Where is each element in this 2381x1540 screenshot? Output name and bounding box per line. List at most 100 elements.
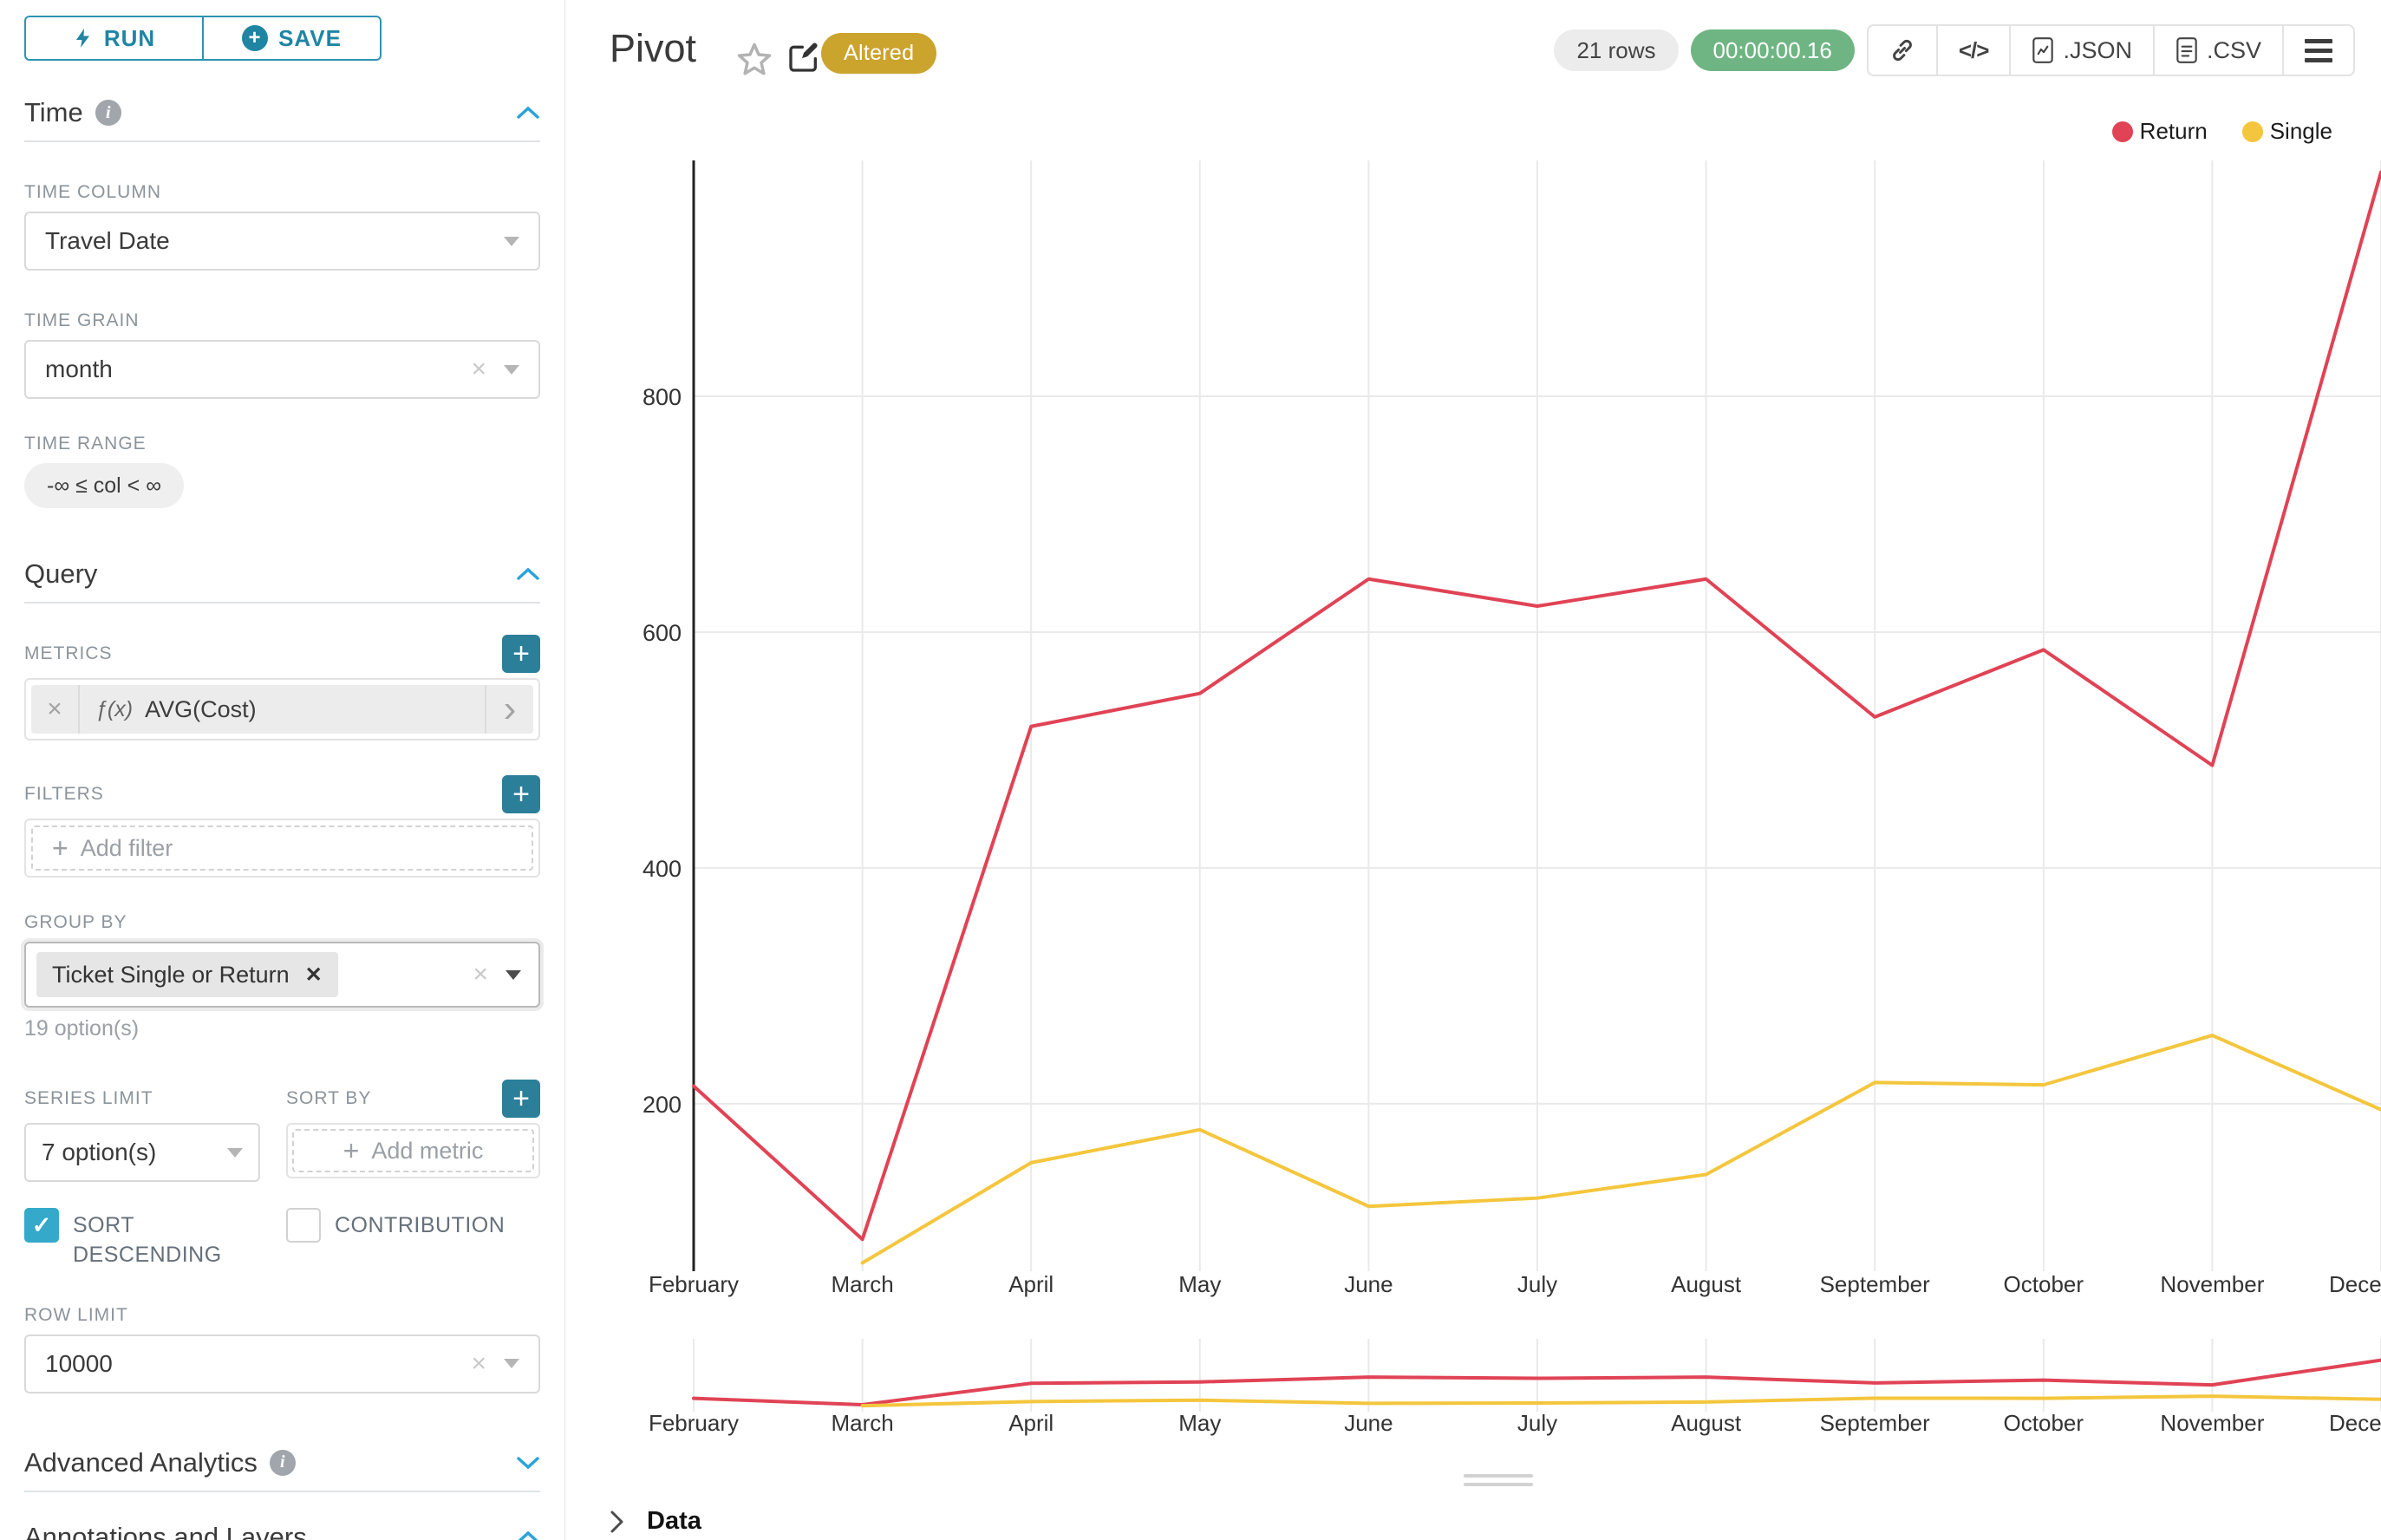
time-grain-select[interactable]: month × bbox=[24, 340, 540, 399]
section-header-query[interactable]: Query bbox=[24, 558, 540, 590]
chevron-down-icon[interactable] bbox=[504, 1359, 519, 1368]
add-sort-metric-button[interactable]: + bbox=[502, 1080, 540, 1118]
remove-metric-icon[interactable]: × bbox=[31, 685, 80, 734]
divider bbox=[24, 140, 540, 142]
row-limit-label: ROW LIMIT bbox=[24, 1305, 540, 1326]
sort-descending-label: SORT DESCENDING bbox=[73, 1208, 259, 1270]
more-options-button[interactable] bbox=[2282, 26, 2353, 75]
group-by-label: GROUP BY bbox=[24, 912, 540, 933]
data-panel-header[interactable]: Data bbox=[607, 1507, 701, 1536]
time-section-title: Time bbox=[24, 97, 83, 128]
time-grain-value: month bbox=[45, 356, 113, 383]
embed-code-button[interactable]: </> bbox=[1936, 26, 2010, 75]
sort-by-control: + Add metric bbox=[286, 1123, 540, 1178]
series-limit-select[interactable]: 7 option(s) bbox=[24, 1123, 260, 1182]
legend-item-single[interactable]: Single bbox=[2242, 118, 2332, 145]
chevron-up-icon[interactable] bbox=[516, 106, 540, 120]
plus-icon: + bbox=[343, 1137, 360, 1165]
remove-tag-icon[interactable]: ✕ bbox=[305, 962, 323, 988]
chevron-down-icon[interactable] bbox=[227, 1148, 243, 1158]
filters-label-row: FILTERS + bbox=[24, 775, 540, 813]
annotations-title: Annotations and Layers bbox=[24, 1522, 307, 1540]
time-range-label: TIME RANGE bbox=[24, 434, 540, 454]
export-csv-button[interactable]: .CSV bbox=[2153, 26, 2282, 75]
clear-icon[interactable]: × bbox=[471, 1351, 486, 1377]
checkbox-row: SORT DESCENDING CONTRIBUTION bbox=[24, 1208, 540, 1270]
legend-label-single: Single bbox=[2270, 118, 2332, 145]
add-sort-metric-dropzone[interactable]: + Add metric bbox=[292, 1129, 534, 1172]
add-filter-placeholder: Add filter bbox=[81, 835, 173, 862]
metric-content[interactable]: ƒ(x) AVG(Cost) bbox=[80, 696, 485, 723]
menu-icon bbox=[2305, 39, 2332, 62]
sort-descending-checkbox[interactable]: SORT DESCENDING bbox=[24, 1208, 286, 1270]
run-button[interactable]: RUN bbox=[26, 17, 202, 59]
export-csv-label: .CSV bbox=[2207, 37, 2261, 64]
time-column-select[interactable]: Travel Date bbox=[24, 212, 540, 271]
info-icon: i bbox=[270, 1450, 296, 1476]
time-range-pill[interactable]: -∞ ≤ col < ∞ bbox=[24, 463, 184, 508]
chevron-down-icon[interactable] bbox=[504, 237, 519, 246]
series-sort-row: SERIES LIMIT 7 option(s) SORT BY + + Add… bbox=[24, 1080, 540, 1182]
sort-by-label: SORT BY bbox=[286, 1088, 371, 1109]
json-file-icon bbox=[2032, 36, 2054, 64]
advanced-analytics-title: Advanced Analytics bbox=[24, 1447, 258, 1478]
run-save-button-group: RUN + SAVE bbox=[24, 16, 382, 61]
checkbox-unchecked-icon[interactable] bbox=[286, 1208, 321, 1243]
row-limit-select[interactable]: 10000 × bbox=[24, 1334, 540, 1393]
row-limit-value: 10000 bbox=[45, 1350, 113, 1378]
edit-title-icon[interactable] bbox=[786, 40, 821, 75]
metrics-label: METRICS bbox=[24, 643, 113, 664]
legend-item-return[interactable]: Return bbox=[2112, 118, 2208, 145]
add-filter-dropzone[interactable]: + Add filter bbox=[31, 825, 533, 871]
contribution-checkbox[interactable]: CONTRIBUTION bbox=[286, 1208, 505, 1270]
metric-item[interactable]: × ƒ(x) AVG(Cost) › bbox=[31, 685, 533, 734]
header-right-cluster: 21 rows 00:00:00.16 </> .JSON bbox=[1554, 24, 2355, 76]
legend-label-return: Return bbox=[2140, 118, 2208, 145]
clear-icon[interactable]: × bbox=[473, 962, 488, 988]
chart-legend: Return Single bbox=[2112, 118, 2332, 145]
explore-page: RUN + SAVE Time i TIME COLUMN Travel Dat… bbox=[0, 0, 2381, 1540]
chevron-up-icon[interactable] bbox=[516, 1530, 540, 1540]
section-header-advanced-analytics[interactable]: Advanced Analytics i bbox=[24, 1447, 540, 1478]
row-count-badge: 21 rows bbox=[1554, 29, 1678, 71]
group-by-tag[interactable]: Ticket Single or Return ✕ bbox=[36, 952, 338, 997]
chevron-up-icon[interactable] bbox=[516, 567, 540, 581]
query-section-title: Query bbox=[24, 558, 97, 590]
data-panel-title: Data bbox=[647, 1507, 701, 1536]
series-limit-label: SERIES LIMIT bbox=[24, 1088, 153, 1109]
metric-name: AVG(Cost) bbox=[145, 696, 257, 723]
legend-dot-single bbox=[2242, 121, 2263, 142]
export-json-button[interactable]: .JSON bbox=[2009, 26, 2153, 75]
add-filter-button[interactable]: + bbox=[502, 775, 540, 813]
altered-badge[interactable]: Altered bbox=[821, 33, 936, 74]
query-timer-badge: 00:00:00.16 bbox=[1691, 29, 1855, 71]
section-header-annotations[interactable]: Annotations and Layers bbox=[24, 1522, 540, 1540]
save-button[interactable]: + SAVE bbox=[202, 17, 380, 59]
chevron-down-icon[interactable] bbox=[516, 1456, 540, 1470]
metrics-label-row: METRICS + bbox=[24, 635, 540, 673]
section-header-time[interactable]: Time i bbox=[24, 97, 540, 128]
time-column-label: TIME COLUMN bbox=[24, 182, 540, 203]
add-metric-button[interactable]: + bbox=[502, 635, 540, 673]
checkbox-checked-icon[interactable] bbox=[24, 1208, 59, 1243]
chevron-down-icon[interactable] bbox=[506, 970, 521, 980]
copy-link-button[interactable] bbox=[1869, 26, 1936, 75]
panel-resize-handle[interactable] bbox=[1464, 1474, 1533, 1491]
chevron-right-icon bbox=[607, 1508, 626, 1536]
clear-icon[interactable]: × bbox=[471, 356, 486, 382]
favorite-star-icon[interactable] bbox=[736, 42, 773, 78]
contribution-label: CONTRIBUTION bbox=[335, 1208, 505, 1241]
add-metric-placeholder: Add metric bbox=[371, 1138, 483, 1165]
series-limit-value: 7 option(s) bbox=[42, 1139, 156, 1166]
series-limit-column: SERIES LIMIT 7 option(s) bbox=[24, 1080, 260, 1182]
info-icon: i bbox=[95, 100, 121, 126]
save-button-label: SAVE bbox=[278, 25, 342, 52]
legend-dot-return bbox=[2112, 121, 2133, 142]
divider bbox=[24, 1491, 540, 1492]
group-by-select[interactable]: Ticket Single or Return ✕ × bbox=[24, 942, 540, 1008]
expand-metric-icon[interactable]: › bbox=[485, 685, 533, 734]
chevron-down-icon[interactable] bbox=[504, 365, 519, 375]
time-column-value: Travel Date bbox=[45, 227, 170, 255]
time-grain-label: TIME GRAIN bbox=[24, 310, 540, 331]
chart-main-area: Pivot Altered 21 rows 00:00:00.16 </> bbox=[566, 0, 2381, 1540]
